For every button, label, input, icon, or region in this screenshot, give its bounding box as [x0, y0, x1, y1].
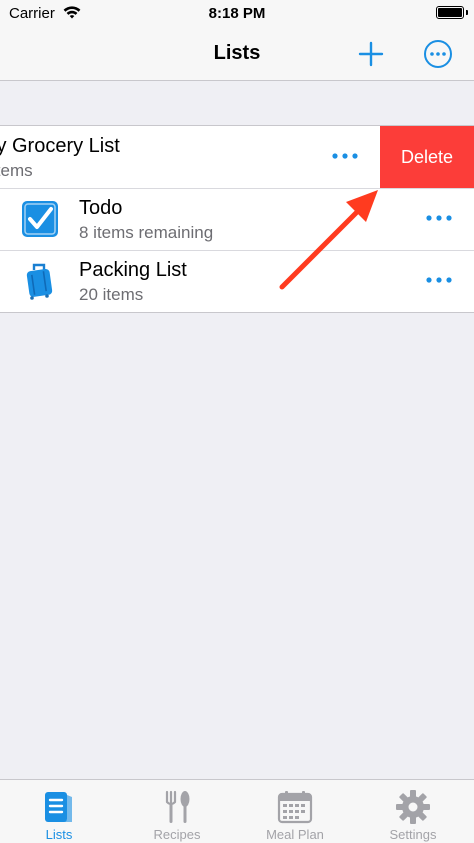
- list-subtitle: 20 items: [79, 285, 144, 304]
- tab-label: Settings: [389, 827, 437, 842]
- list-title: ly Grocery List: [0, 135, 120, 157]
- list-subtitle: items: [0, 161, 33, 180]
- list-row-todo[interactable]: Todo 8 items remaining: [0, 188, 474, 250]
- list-row-content[interactable]: ly Grocery List items: [0, 126, 380, 188]
- navigation-bar: Lists: [0, 28, 474, 81]
- list-subtitle: 8 items remaining: [79, 223, 214, 242]
- ellipsis-circle-icon[interactable]: [423, 39, 453, 69]
- tab-label: Meal Plan: [266, 827, 324, 842]
- list-title: Todo: [79, 197, 123, 219]
- lists-table: ly Grocery List items Delete Todo 8 item…: [0, 125, 474, 313]
- list-row-packing[interactable]: Packing List 20 items: [0, 250, 474, 312]
- tab-lists[interactable]: Lists: [0, 786, 118, 843]
- more-options-icon[interactable]: [331, 151, 359, 161]
- annotation-arrow-icon: [279, 190, 378, 290]
- battery-icon: [436, 6, 468, 19]
- list-row-grocery[interactable]: ly Grocery List items Delete: [0, 126, 474, 188]
- tab-meal-plan[interactable]: Meal Plan: [236, 786, 354, 843]
- tab-label: Recipes: [153, 827, 201, 842]
- more-options-icon[interactable]: [425, 213, 453, 223]
- list-title: Packing List: [79, 259, 187, 281]
- delete-button[interactable]: Delete: [380, 126, 474, 188]
- clock: 8:18 PM: [208, 5, 266, 22]
- calendar-icon: [277, 791, 313, 824]
- more-options-icon[interactable]: [425, 275, 453, 285]
- tab-settings[interactable]: Settings: [354, 786, 472, 843]
- gear-icon: [396, 790, 430, 824]
- tab-recipes[interactable]: Recipes: [118, 786, 236, 843]
- lists-icon: [45, 792, 72, 822]
- plus-icon[interactable]: [357, 40, 385, 68]
- fork-knife-icon: [165, 790, 190, 823]
- status-bar: Carrier 8:18 PM: [0, 0, 474, 28]
- checkbox-icon: [22, 201, 58, 237]
- page-title: Lists: [213, 42, 261, 64]
- tab-bar: Lists Recipes Meal Plan Settings: [0, 779, 474, 843]
- suitcase-icon: [26, 263, 53, 300]
- tab-label: Lists: [45, 827, 73, 842]
